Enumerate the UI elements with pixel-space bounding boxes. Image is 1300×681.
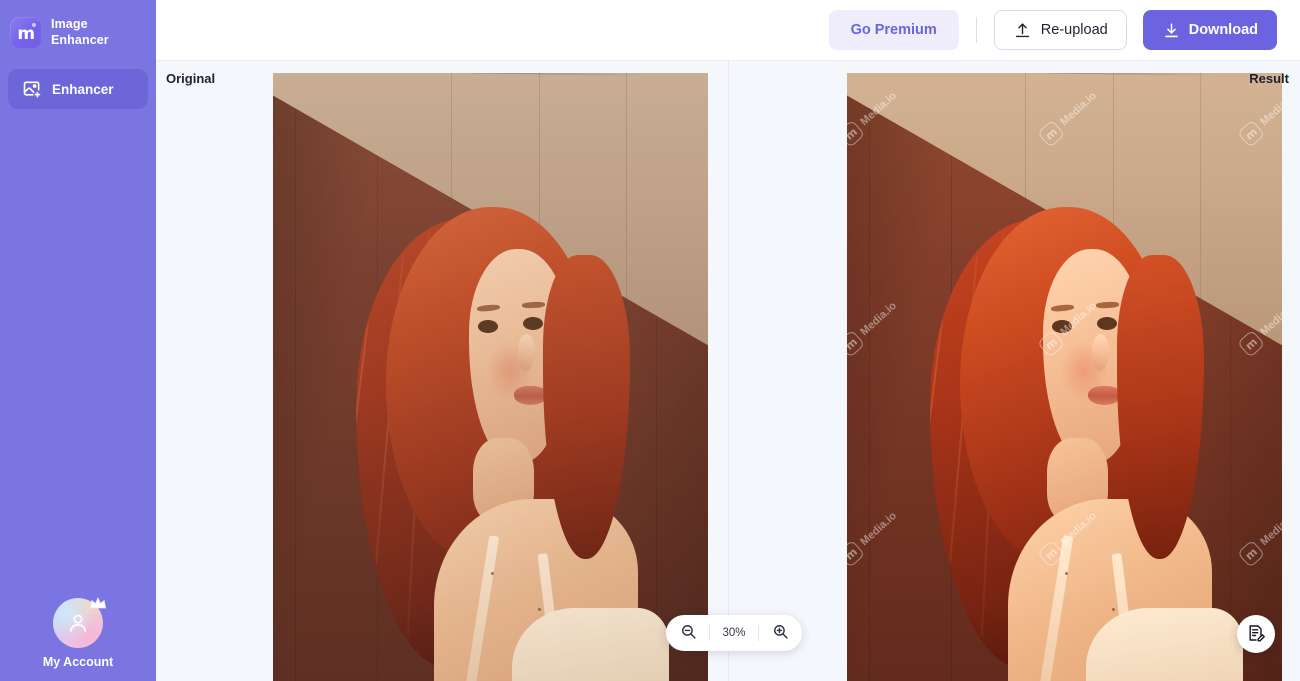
re-upload-label: Re-upload	[1040, 22, 1108, 38]
avatar-wrap	[53, 596, 106, 648]
download-icon	[1162, 21, 1181, 40]
download-button[interactable]: Download	[1142, 10, 1277, 50]
zoom-separator-left	[709, 625, 710, 641]
image-enhance-icon	[22, 79, 42, 99]
zoom-in-icon	[772, 623, 789, 643]
go-premium-button[interactable]: Go Premium	[828, 10, 959, 50]
compare-stage: Original Result m Media.io m Media.io m …	[156, 61, 1300, 681]
zoom-out-button[interactable]	[676, 621, 700, 645]
upload-icon	[1013, 21, 1032, 40]
my-account-label: My Account	[42, 655, 114, 669]
logo-letter: m	[17, 23, 35, 44]
download-label: Download	[1188, 22, 1258, 38]
original-image[interactable]	[273, 73, 708, 681]
my-account[interactable]: My Account	[0, 596, 156, 669]
zoom-in-button[interactable]	[768, 621, 792, 645]
media-io-logo-icon: m	[10, 17, 42, 49]
main-area: Go Premium Re-upload Download Original R…	[156, 0, 1300, 681]
photo-scene-result	[847, 73, 1282, 681]
zoom-separator-right	[758, 625, 759, 641]
sidebar-nav: Enhancer	[0, 69, 156, 109]
brand-title: Image Enhancer	[51, 17, 109, 48]
eye-left	[1052, 319, 1073, 333]
eye-right	[1096, 317, 1117, 331]
re-upload-button[interactable]: Re-upload	[993, 10, 1127, 50]
photo-scene-original	[273, 73, 708, 681]
top-toolbar: Go Premium Re-upload Download	[156, 0, 1300, 61]
skin-mole	[1064, 571, 1068, 575]
zoom-toolbar: 30%	[666, 615, 802, 651]
eye-left	[478, 319, 499, 333]
zoom-out-icon	[680, 623, 697, 643]
brand-title-line2: Enhancer	[51, 33, 109, 47]
result-label: Result	[1249, 71, 1289, 86]
sidebar: m Image Enhancer Enhancer My Account	[0, 0, 156, 681]
crown-icon	[90, 596, 106, 609]
user-avatar-icon	[69, 614, 87, 632]
feedback-button[interactable]	[1237, 615, 1275, 653]
brand-title-line1: Image	[51, 17, 88, 32]
toolbar-divider	[975, 17, 977, 43]
original-label: Original	[166, 71, 216, 86]
sidebar-item-enhancer[interactable]: Enhancer	[8, 69, 148, 109]
eye-right	[522, 317, 543, 331]
app-root: m Image Enhancer Enhancer My Account Go …	[0, 0, 1300, 681]
result-image[interactable]: m Media.io m Media.io m Media.io m Media.io m Med…	[847, 73, 1282, 681]
sidebar-item-label: Enhancer	[52, 81, 114, 97]
logo-dot	[32, 23, 36, 27]
zoom-level-value: 30%	[722, 627, 746, 639]
feedback-form-icon	[1246, 623, 1266, 646]
original-pane: Original	[156, 61, 728, 681]
skin-mole	[490, 571, 494, 575]
brand[interactable]: m Image Enhancer	[0, 0, 156, 49]
result-pane: Result m Media.io m Media.io m Media.io …	[729, 61, 1300, 681]
